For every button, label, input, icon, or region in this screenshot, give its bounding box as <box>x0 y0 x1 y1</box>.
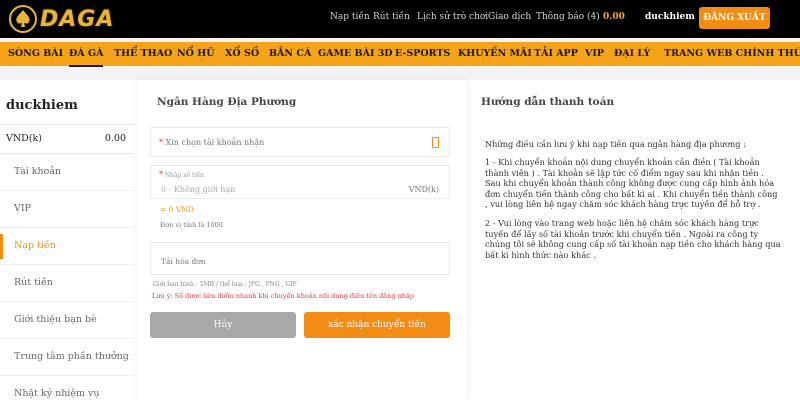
amount-placeholder: 0 - Không giới hạn <box>161 185 236 194</box>
sidebar-item-label: Nhật ký nhiệm vụ <box>14 388 100 399</box>
sidebar-balance-value: 0.00 <box>104 133 126 144</box>
account-select[interactable]: * Xin chọn tài khoản nhận <box>150 127 450 157</box>
converted-amount: = 0 VND <box>160 205 194 214</box>
sidebar-balance-row: VND(k) 0.00 <box>0 124 134 154</box>
main-nav: SÒNG BÀI ĐÁ GÀ THỂ THAO NỔ HŨ XỔ SỐ BẮN … <box>0 42 800 67</box>
sidebar-item-rewards[interactable]: Trung tâm phần thưởng <box>0 339 134 376</box>
guide-title: Hướng dẫn thanh toán <box>481 96 615 108</box>
nav-active-indicator <box>69 65 103 67</box>
form-title: Ngân Hàng Địa Phương <box>157 96 297 108</box>
nav-item-vip[interactable]: VIP <box>585 48 604 59</box>
sidebar: duckhiem VND(k) 0.00 Tài khoản VIP Nạp t… <box>0 80 134 400</box>
header-link-game-history[interactable]: Lịch sử trò chơi <box>417 12 488 22</box>
nav-item-official-site[interactable]: TRANG WEB CHÍNH THỨC <box>664 48 800 59</box>
amount-unit: VND(k) <box>408 185 439 194</box>
unit-note: Đơn vị tính là 1000 <box>160 221 223 229</box>
required-mark: * <box>159 170 163 179</box>
sidebar-item-label: Trung tâm phần thưởng <box>14 351 129 362</box>
amount-input[interactable]: * Nhập số tiền 0 - Không giới hạn VND(k) <box>150 165 450 199</box>
header-link-deposit[interactable]: Nạp tiền <box>330 12 370 22</box>
nav-item-3d-cards[interactable]: GAME BÀI 3D <box>318 48 393 59</box>
nav-item-cockfight[interactable]: ĐÁ GÀ <box>69 48 103 59</box>
sidebar-item-vip[interactable]: VIP <box>0 191 134 228</box>
guide-intro: Những điều cần lưu ý khi nạp tiền qua ng… <box>485 139 746 149</box>
sidebar-item-label: Giới thiệu bạn bè <box>14 314 97 325</box>
invoice-upload[interactable]: Tải hóa đơn <box>150 242 450 275</box>
header-link-notifications[interactable]: Thông báo (4) <box>536 12 600 22</box>
phone-icon <box>432 137 439 148</box>
required-mark: * <box>159 138 163 147</box>
invoice-label: Tải hóa đơn <box>161 257 206 266</box>
sidebar-item-account[interactable]: Tài khoản <box>0 154 134 191</box>
nav-item-sports[interactable]: THỂ THAO <box>114 48 172 59</box>
cancel-button[interactable]: Hủy <box>150 312 296 338</box>
sidebar-item-label: Rút tiền <box>14 277 53 288</box>
nav-item-slots[interactable]: NỔ HŨ <box>177 48 215 59</box>
header-balance: 0.00 <box>603 12 625 22</box>
logo[interactable]: DAGA <box>8 4 114 34</box>
guide-paragraph-1: 1 - Khi chuyển khoản nội dung chuyển kho… <box>485 157 778 210</box>
sidebar-balance-label: VND(k) <box>6 133 42 144</box>
nav-item-lottery[interactable]: XỔ SỐ <box>225 48 259 59</box>
sidebar-item-missions[interactable]: Nhật ký nhiệm vụ <box>0 376 134 400</box>
sidebar-username: duckhiem <box>6 98 78 113</box>
account-select-placeholder: Xin chọn tài khoản nhận <box>165 138 265 147</box>
nav-item-casino[interactable]: SÒNG BÀI <box>8 48 63 59</box>
amount-label: Nhập số tiền <box>164 172 204 179</box>
logout-button[interactable]: ĐĂNG XUẤT <box>699 7 770 29</box>
sidebar-item-label: VIP <box>14 203 32 214</box>
sidebar-item-withdraw[interactable]: Rút tiền <box>0 265 134 302</box>
header-username[interactable]: duckhiem <box>645 12 695 22</box>
nav-item-app[interactable]: TẢI APP <box>534 48 578 59</box>
top-header: DAGA Nạp tiền Rút tiền Lịch sử trò chơi … <box>0 0 800 38</box>
nav-item-esports[interactable]: E-SPORTS <box>395 48 450 59</box>
logo-text: DAGA <box>40 6 115 32</box>
sidebar-item-deposit[interactable]: Nạp tiền <box>0 228 134 265</box>
logo-spade-icon <box>8 4 38 34</box>
sidebar-item-label: Nạp tiền <box>14 240 56 251</box>
guide-paragraph-2: 2 - Vui lòng vào trang web hoặc liên hệ … <box>485 218 781 260</box>
file-limits: Giới hạn hình : 5MB / thể loại : JPG , P… <box>153 281 297 288</box>
nav-item-promotions[interactable]: KHUYẾN MÃI <box>458 48 532 59</box>
deposit-note: Lưu ý: Số được liên điểm nhanh khi chuyể… <box>152 292 414 300</box>
sidebar-item-label: Tài khoản <box>14 166 62 177</box>
nav-item-fishing[interactable]: BẮN CÁ <box>269 48 311 59</box>
nav-item-agency[interactable]: ĐẠI LÝ <box>614 48 650 59</box>
header-link-withdraw[interactable]: Rút tiền <box>373 12 410 22</box>
sidebar-item-referral[interactable]: Giới thiệu bạn bè <box>0 302 134 339</box>
confirm-transfer-button[interactable]: xác nhận chuyển tiền <box>304 312 450 338</box>
header-link-transactions[interactable]: Giao dịch <box>488 12 531 22</box>
